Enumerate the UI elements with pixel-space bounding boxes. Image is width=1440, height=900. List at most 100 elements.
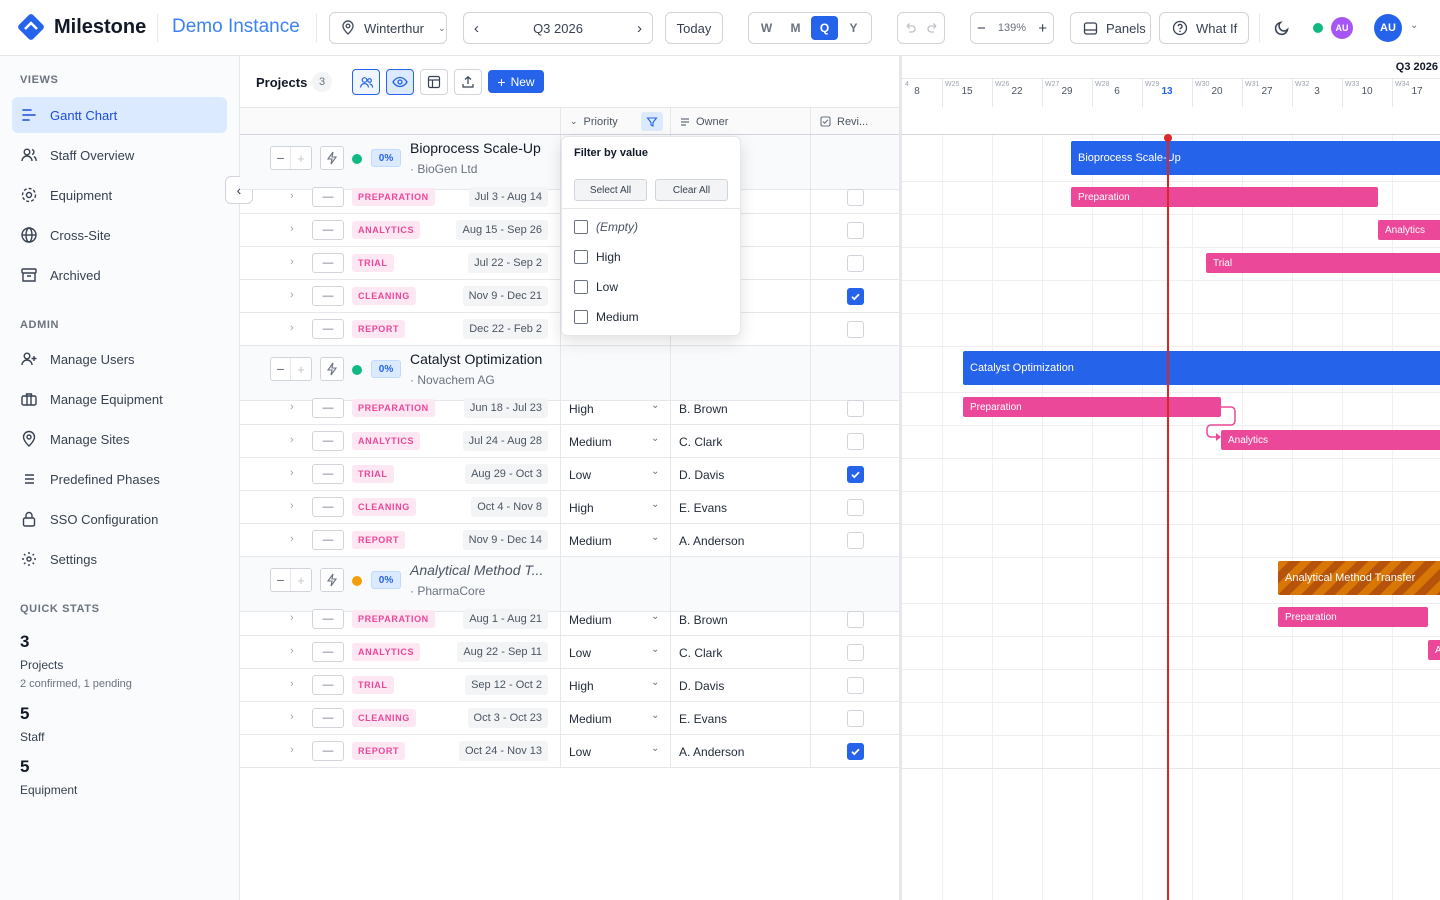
project-name[interactable]: Catalyst Optimization (410, 351, 542, 367)
phase-handle[interactable]: — (312, 642, 344, 662)
chevron-right-icon[interactable]: › (290, 645, 294, 657)
phase-handle[interactable]: — (312, 497, 344, 517)
expand-icon[interactable]: + (291, 569, 311, 591)
filter-option[interactable]: (Empty) (574, 220, 638, 234)
owner-cell[interactable]: E. Evans (679, 712, 727, 726)
phase-row[interactable]: › — CLEANING Oct 4 - Nov 8 High ⌄ E. Evans (240, 491, 900, 524)
review-checkbox[interactable] (847, 743, 864, 760)
gantt-bar-phase[interactable]: Analytics (1221, 430, 1440, 450)
phase-dates[interactable]: Aug 1 - Aug 21 (463, 609, 548, 629)
priority-select[interactable]: Low (569, 646, 591, 660)
chevron-right-icon[interactable]: › (290, 434, 294, 446)
phase-row[interactable]: › — CLEANING Oct 3 - Oct 23 Medium ⌄ E. Evans (240, 702, 900, 735)
filter-checkbox[interactable] (574, 250, 588, 264)
phase-row[interactable]: › — ANALYTICS Jul 24 - Aug 28 Medium ⌄ C. Clar… (240, 425, 900, 458)
phase-handle[interactable]: — (312, 741, 344, 761)
priority-select[interactable]: High (569, 402, 594, 416)
review-checkbox[interactable] (847, 321, 864, 338)
priority-select[interactable]: Medium (569, 712, 612, 726)
owner-cell[interactable]: C. Clark (679, 646, 722, 660)
phase-row[interactable]: › — PREPARATION Jun 18 - Jul 23 High ⌄ B. Brow… (240, 392, 900, 425)
chevron-right-icon[interactable]: › (290, 223, 294, 235)
chevron-right-icon[interactable]: › (290, 322, 294, 334)
gantt-bar-phase[interactable]: Preparation (1071, 187, 1378, 207)
layout-button[interactable] (420, 69, 448, 95)
phase-handle[interactable]: — (312, 253, 344, 273)
owner-cell[interactable]: B. Brown (679, 613, 728, 627)
filter-checkbox[interactable] (574, 280, 588, 294)
chevron-right-icon[interactable]: › (290, 711, 294, 723)
expand-icon[interactable]: + (291, 358, 311, 380)
phase-handle[interactable]: — (312, 398, 344, 418)
owner-cell[interactable]: D. Davis (679, 468, 724, 482)
chevron-right-icon[interactable]: › (290, 467, 294, 479)
sidebar-item-manage-sites[interactable]: Manage Sites (12, 421, 227, 457)
phase-row[interactable]: › — REPORT Nov 9 - Dec 14 Medium ⌄ A. Anderson (240, 524, 900, 557)
zoom-mode-y[interactable]: Y (840, 16, 867, 40)
auto-schedule-button[interactable] (320, 357, 344, 381)
filter-option[interactable]: Low (574, 280, 618, 294)
brand[interactable]: Milestone (16, 12, 146, 42)
collapse-icon[interactable]: − (271, 147, 291, 169)
chevron-right-icon[interactable]: › (290, 744, 294, 756)
auto-schedule-button[interactable] (320, 568, 344, 592)
chevron-right-icon[interactable]: › (290, 256, 294, 268)
chevron-right-icon[interactable]: › (290, 678, 294, 690)
zoom-mode-m[interactable]: M (782, 16, 809, 40)
group-by-staff-button[interactable] (352, 69, 380, 95)
sidebar-item-staff-overview[interactable]: Staff Overview (12, 137, 227, 173)
owner-cell[interactable]: A. Anderson (679, 534, 744, 548)
gantt-bar-project[interactable]: Catalyst Optimization (963, 351, 1440, 385)
gantt-bar-phase[interactable]: Trial (1206, 253, 1440, 273)
undo-icon[interactable] (903, 21, 917, 35)
chevron-right-icon[interactable]: › (290, 401, 294, 413)
sidebar-item-archived[interactable]: Archived (12, 257, 227, 293)
phase-handle[interactable]: — (312, 187, 344, 207)
review-checkbox[interactable] (847, 400, 864, 417)
phase-dates[interactable]: Sep 12 - Oct 2 (465, 675, 548, 695)
owner-cell[interactable]: B. Brown (679, 402, 728, 416)
zoom-mode-w[interactable]: W (753, 16, 780, 40)
gantt-bar-phase[interactable]: Preparation (963, 397, 1221, 417)
priority-select[interactable]: Medium (569, 435, 612, 449)
gantt-bar-phase[interactable]: Analytics (1378, 220, 1440, 240)
auto-schedule-button[interactable] (320, 146, 344, 170)
review-checkbox[interactable] (847, 255, 864, 272)
review-checkbox[interactable] (847, 499, 864, 516)
export-button[interactable] (454, 69, 482, 95)
phase-dates[interactable]: Jul 3 - Aug 14 (468, 187, 548, 207)
sidebar-item-manage-equipment[interactable]: Manage Equipment (12, 381, 227, 417)
owner-column-header[interactable]: Owner (680, 108, 728, 135)
phase-handle[interactable]: — (312, 609, 344, 629)
owner-cell[interactable]: C. Clark (679, 435, 722, 449)
phase-dates[interactable]: Aug 29 - Oct 3 (465, 464, 548, 484)
panels-button[interactable]: Panels (1070, 12, 1151, 44)
location-select[interactable]: Winterthur ⌄ (329, 12, 447, 44)
phase-row[interactable]: › — ANALYTICS Aug 22 - Sep 11 Low ⌄ C. Clark (240, 636, 900, 669)
review-checkbox[interactable] (847, 710, 864, 727)
phase-row[interactable]: › — PREPARATION Aug 1 - Aug 21 Medium ⌄ B. Bro… (240, 603, 900, 636)
chevron-right-icon[interactable]: › (637, 20, 642, 37)
review-checkbox[interactable] (847, 433, 864, 450)
user-avatar[interactable]: AU (1374, 14, 1402, 42)
review-column-header[interactable]: Revi... (820, 108, 868, 135)
phase-row[interactable]: › — TRIAL Aug 29 - Oct 3 Low ⌄ D. Davis (240, 458, 900, 491)
phase-dates[interactable]: Jul 24 - Aug 28 (462, 431, 548, 451)
sidebar-item-equipment[interactable]: Equipment (12, 177, 227, 213)
priority-column-header[interactable]: ⌄ Priority (570, 108, 618, 135)
phase-handle[interactable]: — (312, 708, 344, 728)
priority-select[interactable]: Low (569, 468, 591, 482)
chevron-right-icon[interactable]: › (290, 289, 294, 301)
sidebar-item-gantt-chart[interactable]: Gantt Chart (12, 97, 227, 133)
owner-cell[interactable]: E. Evans (679, 501, 727, 515)
review-checkbox[interactable] (847, 677, 864, 694)
clear-all-button[interactable]: Clear All (655, 179, 728, 201)
zoom-in-icon[interactable]: + (1038, 20, 1047, 37)
phase-handle[interactable]: — (312, 220, 344, 240)
filter-option[interactable]: High (574, 250, 621, 264)
expand-icon[interactable]: + (291, 147, 311, 169)
zoom-out-icon[interactable]: − (977, 20, 986, 37)
chevron-right-icon[interactable]: › (290, 533, 294, 545)
phase-dates[interactable]: Oct 4 - Nov 8 (471, 497, 548, 517)
owner-cell[interactable]: A. Anderson (679, 745, 744, 759)
